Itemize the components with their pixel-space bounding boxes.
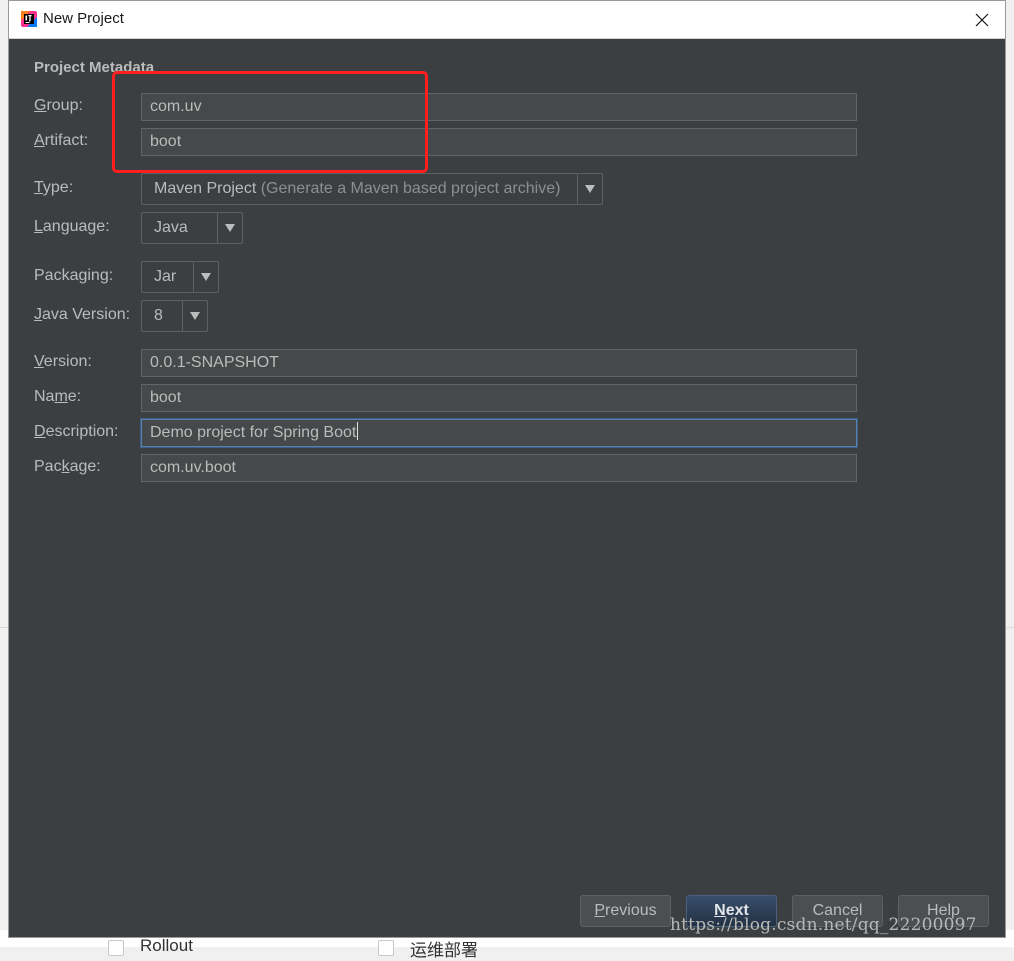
description-value: Demo project for Spring Boot: [150, 424, 357, 441]
description-label: Description:: [34, 423, 119, 440]
language-select[interactable]: Java: [141, 212, 243, 244]
language-select-value: Java: [154, 219, 188, 236]
packaging-label: Packaging:: [34, 267, 114, 284]
dialog-content: Project Metadata Group: com.uv Artifact:…: [9, 38, 1005, 937]
language-label: Language:: [34, 218, 110, 235]
packaging-select[interactable]: Jar: [141, 261, 219, 293]
close-button[interactable]: [959, 1, 1005, 38]
title-bar: New Project: [9, 1, 1005, 39]
description-field[interactable]: Demo project for Spring Boot: [141, 419, 857, 447]
java-version-select[interactable]: 8: [141, 300, 208, 332]
triangle-down-icon[interactable]: [182, 301, 207, 331]
window-title: New Project: [43, 10, 124, 27]
watermark: https://blog.csdn.net/qq_22200097: [670, 915, 977, 935]
name-field[interactable]: boot: [141, 384, 857, 412]
java-version-label: Java Version:: [34, 306, 131, 323]
type-select-value: Maven Project: [154, 180, 257, 197]
packaging-select-value: Jar: [154, 268, 177, 285]
java-version-select-value: 8: [154, 307, 163, 324]
artifact-label: Artifact:: [34, 132, 89, 149]
close-icon: [975, 13, 989, 26]
section-title: Project Metadata: [34, 59, 155, 76]
triangle-down-icon[interactable]: [193, 262, 218, 292]
background-checkbox-1[interactable]: [108, 940, 124, 956]
text-caret: [357, 422, 359, 440]
intellij-idea-icon: [21, 11, 37, 27]
background-checkbox-2[interactable]: [378, 940, 394, 956]
background-item-2: 运维部署: [410, 941, 478, 960]
red-annotation-box: [112, 71, 428, 173]
package-label: Package:: [34, 458, 101, 475]
type-select[interactable]: Maven Project (Generate a Maven based pr…: [141, 173, 603, 205]
new-project-dialog: New Project Project Metadata Group: com.…: [8, 0, 1006, 938]
type-label: Type:: [34, 179, 74, 196]
previous-button[interactable]: Previous: [580, 895, 671, 927]
triangle-down-icon[interactable]: [577, 174, 602, 204]
package-field[interactable]: com.uv.boot: [141, 454, 857, 482]
group-field[interactable]: com.uv: [141, 93, 857, 121]
name-label: Name:: [34, 388, 82, 405]
triangle-down-icon[interactable]: [217, 213, 242, 243]
type-select-hint: (Generate a Maven based project archive): [260, 180, 561, 197]
version-label: Version:: [34, 353, 92, 370]
background-item-1: Rollout: [140, 936, 193, 955]
artifact-field[interactable]: boot: [141, 128, 857, 156]
group-label: Group:: [34, 97, 83, 114]
version-field[interactable]: 0.0.1-SNAPSHOT: [141, 349, 857, 377]
